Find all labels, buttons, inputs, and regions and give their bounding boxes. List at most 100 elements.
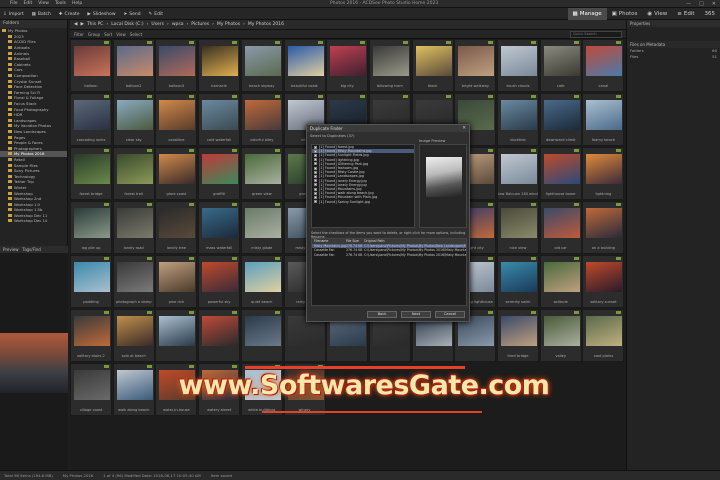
thumbnail-item[interactable]: powerful sky [198, 255, 241, 308]
checkbox[interactable] [314, 162, 317, 166]
thumbnail-item[interactable]: foamy beach [582, 93, 625, 146]
thumbnail-item[interactable]: brush clouds [497, 39, 539, 92]
maximize-icon[interactable]: □ [699, 0, 704, 8]
menu-help[interactable]: Help [72, 0, 82, 8]
minimize-icon[interactable]: — [686, 0, 691, 8]
crumb-6[interactable]: My Photos 2016 [248, 22, 284, 27]
crumb-0[interactable]: This PC [87, 22, 103, 27]
checkbox[interactable] [314, 145, 317, 149]
menu-edit[interactable]: Edit [24, 0, 33, 8]
thumbnail-item[interactable]: green view [240, 147, 283, 200]
thumbnail-item[interactable]: lighthouse tower [539, 147, 582, 200]
thumbnail-item[interactable]: canal [582, 39, 625, 92]
thumbnail-item[interactable]: barnacle [198, 39, 241, 92]
batch-button[interactable]: ▦ Batch [29, 8, 54, 20]
checkbox[interactable] [314, 166, 317, 170]
thumbnail-item[interactable]: lonely road [112, 201, 155, 254]
thumbnail-item[interactable]: balloon [70, 39, 112, 92]
thumbnail-item[interactable] [240, 309, 283, 362]
thumbnail-item[interactable]: colorful alley [240, 93, 283, 146]
thumbnail-item[interactable]: mass waterfall [198, 201, 241, 254]
thumbnail-item[interactable]: walk along beach [112, 363, 155, 416]
thumbnail-item[interactable]: lonely tree [155, 201, 198, 254]
thumbnail-item[interactable]: pine rich [155, 255, 198, 308]
slideshow-button[interactable]: ▶ Slideshow [84, 8, 118, 20]
thumbnail-item[interactable]: clear sky [112, 93, 155, 146]
thumbnail-item[interactable]: balloon2 [112, 39, 155, 92]
checkbox[interactable] [314, 170, 317, 174]
close-icon[interactable]: ✕ [712, 0, 716, 8]
thumbnail-item[interactable]: block [411, 39, 454, 92]
checkbox[interactable] [314, 158, 317, 162]
thumbnail-item[interactable]: beach skyway [240, 39, 283, 92]
back-button[interactable]: Back [367, 311, 397, 318]
mode-edit[interactable]: ≡ Edit [672, 8, 699, 20]
mode-365[interactable]: 365 [700, 8, 720, 20]
thumbnail-item[interactable]: graffiti [198, 147, 241, 200]
thumbnail-item[interactable]: on a building [582, 201, 625, 254]
sort-button[interactable]: Sort [104, 32, 112, 37]
checkbox[interactable] [314, 191, 317, 195]
checkbox[interactable] [314, 200, 317, 204]
search-input[interactable]: Quick Search [570, 31, 622, 38]
checkbox[interactable] [314, 196, 317, 200]
forward-icon[interactable]: ▶ [80, 22, 83, 27]
thumbnail-item[interactable]: nice view [497, 201, 539, 254]
checkbox[interactable] [314, 149, 317, 153]
close-icon[interactable]: ✕ [462, 125, 466, 132]
thumbnail-item[interactable]: cascading rocks [70, 93, 112, 146]
mode-manage[interactable]: ▦ Manage [567, 8, 607, 20]
thumbnail-item[interactable]: docktide [497, 93, 539, 146]
thumbnail-item[interactable]: log pile up [70, 201, 112, 254]
filter-button[interactable]: Filter [74, 32, 84, 37]
crumb-1[interactable]: Local Disk (C:) [111, 22, 143, 27]
thumbnail-item[interactable]: bright walkway [454, 39, 497, 92]
thumbnail-item[interactable]: vast plains [582, 309, 625, 362]
thumbnail-item[interactable] [198, 309, 241, 362]
menu-view[interactable]: View [38, 0, 49, 8]
thumbnail-item[interactable]: cafe [539, 39, 582, 92]
view-button[interactable]: View [116, 32, 126, 37]
mode-photos[interactable]: ▣ Photos [607, 8, 643, 20]
thumbnail-item[interactable]: old car [539, 201, 582, 254]
thumbnail-item[interactable]: cold waterfall [198, 93, 241, 146]
thumbnail-item[interactable]: solitary sunset [582, 255, 625, 308]
thumbnail-item[interactable]: photograph a damp [112, 255, 155, 308]
thumbnail-item[interactable]: serenity swim [497, 255, 539, 308]
thumbnail-item[interactable]: valley [539, 309, 582, 362]
crumb-4[interactable]: Pictures [191, 22, 209, 27]
thumbnail-item[interactable]: beautiful coast [283, 39, 326, 92]
thumbnail-item[interactable]: downward climb [539, 93, 582, 146]
thumbnail-item[interactable] [155, 309, 198, 362]
create-button[interactable]: ✚ Create [56, 8, 83, 20]
thumbnail-item[interactable]: quiet beach [240, 255, 283, 308]
checkbox[interactable] [314, 154, 317, 157]
checkbox[interactable] [314, 179, 317, 183]
thumbnail-item[interactable]: solitary stairs 2 [70, 309, 112, 362]
thumbnail-item[interactable]: forest bridge [70, 147, 112, 200]
next-button[interactable]: Next [401, 311, 431, 318]
crumb-5[interactable]: My Photos [217, 22, 240, 27]
cancel-button[interactable]: Cancel [435, 311, 465, 318]
thumbnail-item[interactable]: coastline [155, 93, 198, 146]
thumbnail-item[interactable]: balloon3 [155, 39, 198, 92]
thumbnail-item[interactable]: billowing tram [368, 39, 411, 92]
folder-item[interactable]: Workshop Dec 14 [0, 218, 67, 224]
checkbox[interactable] [314, 175, 317, 179]
checkbox[interactable] [314, 187, 317, 191]
duplicate-list-item[interactable]: [1] Found] Spring Sunlight.jpg [312, 200, 414, 204]
import-button[interactable]: ⇩ Import [0, 8, 27, 20]
group-button[interactable]: Group [88, 32, 100, 37]
menu-file[interactable]: File [10, 0, 18, 8]
thumbnail-item[interactable]: solo at beach [112, 309, 155, 362]
select-button[interactable]: Select [130, 32, 142, 37]
thumbnail-item[interactable]: lightning [582, 147, 625, 200]
thumbnail-item[interactable]: misty glade [240, 201, 283, 254]
table-row[interactable]: Cassette Fan 276.74 KB C:\Users\pano\Pictu… [312, 253, 466, 258]
thumbnail-item[interactable]: village coast [70, 363, 112, 416]
thumbnail-item[interactable]: paddling [70, 255, 112, 308]
thumbnail-item[interactable]: tired bridge [497, 309, 539, 362]
thumbnail-item[interactable]: big city [326, 39, 369, 92]
back-icon[interactable]: ◀ [74, 22, 77, 27]
thumbnail-item[interactable]: law Balcuan 180 wind [497, 147, 539, 200]
